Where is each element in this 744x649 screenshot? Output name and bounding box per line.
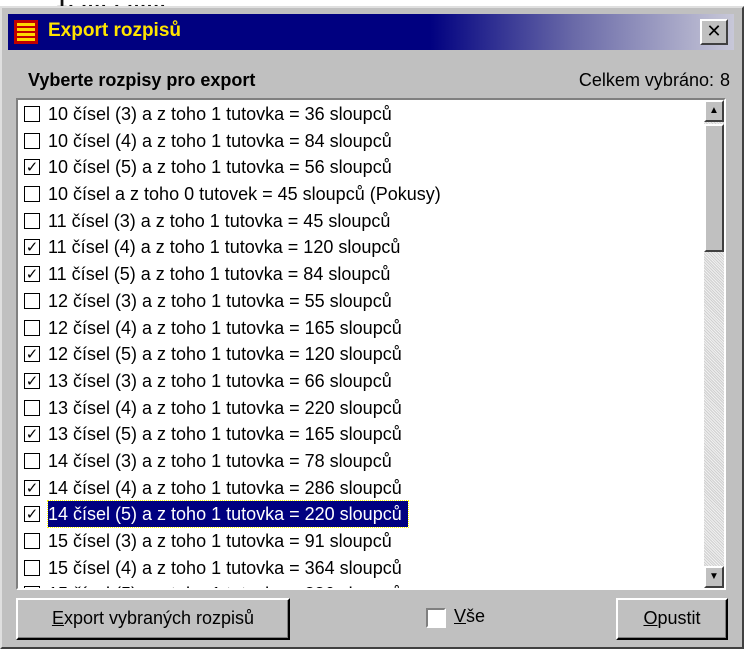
export-dialog: Export rozpisů ✕ Vyberte rozpisy pro exp… xyxy=(0,6,744,649)
item-checkbox[interactable]: ✓ xyxy=(24,479,40,496)
select-all-text: še xyxy=(466,606,486,626)
list-item-label: 11 čísel (4) a z toho 1 tutovka = 120 sl… xyxy=(48,237,401,258)
list-item-label: 14 čísel (5) a z toho 1 tutovka = 220 sl… xyxy=(47,500,409,529)
list-item-label: 13 čísel (3) a z toho 1 tutovka = 66 slo… xyxy=(48,370,392,391)
list-item[interactable]: 10 čísel a z toho 0 tutovek = 45 sloupců… xyxy=(18,181,706,208)
list-item-label: 15 čísel (4) a z toho 1 tutovka = 364 sl… xyxy=(48,557,402,578)
selected-count-value: 8 xyxy=(719,70,730,90)
list-item-label: 12 čísel (5) a z toho 1 tutovka = 120 sl… xyxy=(48,344,402,365)
list-item[interactable]: ✓ 13 čísel (5) a z toho 1 tutovka = 165 s… xyxy=(18,421,706,448)
export-button-label: xport vybraných rozpisů xyxy=(63,608,255,628)
list-item-label: 13 čísel (5) a z toho 1 tutovka = 165 sl… xyxy=(48,424,402,445)
vertical-scrollbar[interactable]: ▲ ▼ xyxy=(704,100,724,588)
item-checkbox[interactable]: ✓ xyxy=(24,266,40,283)
close-icon: ✕ xyxy=(706,21,722,42)
item-checkbox[interactable] xyxy=(24,212,40,229)
list-item-label: 11 čísel (5) a z toho 1 tutovka = 84 slo… xyxy=(48,264,391,285)
list-item[interactable]: 15 čísel (5) a z toho 1 tutovka = 286 sl… xyxy=(18,581,706,588)
scroll-down-button[interactable]: ▼ xyxy=(704,566,724,588)
select-all-label[interactable]: Vše xyxy=(454,606,485,627)
scroll-thumb[interactable] xyxy=(704,124,724,252)
list-item[interactable]: ✓ 14 čísel (4) a z toho 1 tutovka = 286 s… xyxy=(18,475,706,502)
list-item-label: 15 čísel (3) a z toho 1 tutovka = 91 slo… xyxy=(48,531,392,551)
item-checkbox[interactable]: ✓ xyxy=(24,159,40,176)
list-item[interactable]: 11 čísel (3) a z toho 1 tutovka = 45 slo… xyxy=(18,208,706,235)
list-item[interactable]: ✓ 12 čísel (5) a z toho 1 tutovka = 120 s… xyxy=(18,341,706,368)
list-heading: Vyberte rozpisy pro export xyxy=(28,70,256,90)
list-item[interactable]: 10 čísel (3) a z toho 1 tutovka = 36 slo… xyxy=(18,101,706,128)
list-item-label: 10 čísel (4) a z toho 1 tutovka = 84 slo… xyxy=(48,130,392,151)
item-checkbox[interactable]: ✓ xyxy=(24,346,40,363)
export-listbox[interactable]: 10 čísel (3) a z toho 1 tutovka = 36 slo… xyxy=(16,98,726,590)
window-title: Export rozpisů xyxy=(48,20,182,41)
item-checkbox[interactable]: ✓ xyxy=(24,426,40,443)
list-item[interactable]: 10 čísel (4) a z toho 1 tutovka = 84 slo… xyxy=(18,128,706,155)
list-item-label: 10 čísel (5) a z toho 1 tutovka = 56 slo… xyxy=(48,157,392,178)
list-item-label: 10 čísel (3) a z toho 1 tutovka = 36 slo… xyxy=(48,104,392,124)
list-item[interactable]: 15 čísel (3) a z toho 1 tutovka = 91 slo… xyxy=(18,528,706,555)
item-checkbox[interactable] xyxy=(24,399,40,416)
list-item-label: 15 čísel (5) a z toho 1 tutovka = 286 sl… xyxy=(48,581,402,588)
item-checkbox[interactable]: ✓ xyxy=(24,372,40,389)
item-checkbox[interactable] xyxy=(24,559,40,576)
list-item-label: 13 čísel (4) a z toho 1 tutovka = 220 sl… xyxy=(48,397,402,418)
item-checkbox[interactable]: ✓ xyxy=(24,506,40,523)
item-checkbox[interactable] xyxy=(24,586,40,588)
list-item-label: 12 čísel (3) a z toho 1 tutovka = 55 slo… xyxy=(48,290,392,311)
title-bar[interactable]: Export rozpisů ✕ xyxy=(8,14,734,50)
item-checkbox[interactable] xyxy=(24,106,40,122)
select-all-accel: V xyxy=(454,606,467,626)
list-item-label: 11 čísel (3) a z toho 1 tutovka = 45 slo… xyxy=(48,210,391,231)
list-item[interactable]: 12 čísel (3) a z toho 1 tutovka = 55 slo… xyxy=(18,288,706,315)
quit-button-accel: O xyxy=(643,608,658,628)
item-checkbox[interactable] xyxy=(24,452,40,469)
list-item-label: 14 čísel (4) a z toho 1 tutovka = 286 sl… xyxy=(48,477,402,498)
export-selected-button[interactable]: Export vybraných rozpisů xyxy=(16,598,290,640)
list-item[interactable]: ✓ 14 čísel (5) a z toho 1 tutovka = 220 s… xyxy=(18,500,706,529)
quit-button[interactable]: Opustit xyxy=(616,598,728,640)
close-button[interactable]: ✕ xyxy=(700,19,728,45)
selected-count-label: Celkem vybráno: 8 xyxy=(579,70,730,91)
list-item[interactable]: ✓ 11 čísel (5) a z toho 1 tutovka = 84 sl… xyxy=(18,261,706,288)
list-item-label: 12 čísel (4) a z toho 1 tutovka = 165 sl… xyxy=(48,317,402,338)
export-button-accel: E xyxy=(51,608,64,628)
list-item-label: 14 čísel (3) a z toho 1 tutovka = 78 slo… xyxy=(48,450,392,471)
select-all-checkbox[interactable] xyxy=(426,608,446,628)
list-item[interactable]: 14 čísel (3) a z toho 1 tutovka = 78 slo… xyxy=(18,448,706,475)
list-item-label: 10 čísel a z toho 0 tutovek = 45 sloupců… xyxy=(48,184,441,205)
item-checkbox[interactable] xyxy=(24,533,40,549)
item-checkbox[interactable]: ✓ xyxy=(24,239,40,256)
list-rows: 10 čísel (3) a z toho 1 tutovka = 36 slo… xyxy=(18,101,706,588)
list-item[interactable]: ✓ 13 čísel (3) a z toho 1 tutovka = 66 sl… xyxy=(18,368,706,395)
scroll-up-button[interactable]: ▲ xyxy=(704,100,724,122)
arrow-down-icon: ▼ xyxy=(709,571,719,582)
list-item[interactable]: ✓ 10 čísel (5) a z toho 1 tutovka = 56 sl… xyxy=(18,154,706,181)
list-item[interactable]: 12 čísel (4) a z toho 1 tutovka = 165 sl… xyxy=(18,315,706,342)
item-checkbox[interactable] xyxy=(24,132,40,149)
list-item[interactable]: 15 čísel (4) a z toho 1 tutovka = 364 sl… xyxy=(18,555,706,582)
item-checkbox[interactable] xyxy=(24,292,40,309)
arrow-up-icon: ▲ xyxy=(709,105,719,116)
selected-count-text: Celkem vybráno: xyxy=(578,70,714,90)
quit-button-label: pustit xyxy=(657,608,701,628)
item-checkbox[interactable] xyxy=(24,186,40,203)
item-checkbox[interactable] xyxy=(24,319,40,336)
app-icon xyxy=(14,20,38,44)
list-item[interactable]: 13 čísel (4) a z toho 1 tutovka = 220 sl… xyxy=(18,395,706,422)
list-item[interactable]: ✓ 11 čísel (4) a z toho 1 tutovka = 120 s… xyxy=(18,234,706,261)
